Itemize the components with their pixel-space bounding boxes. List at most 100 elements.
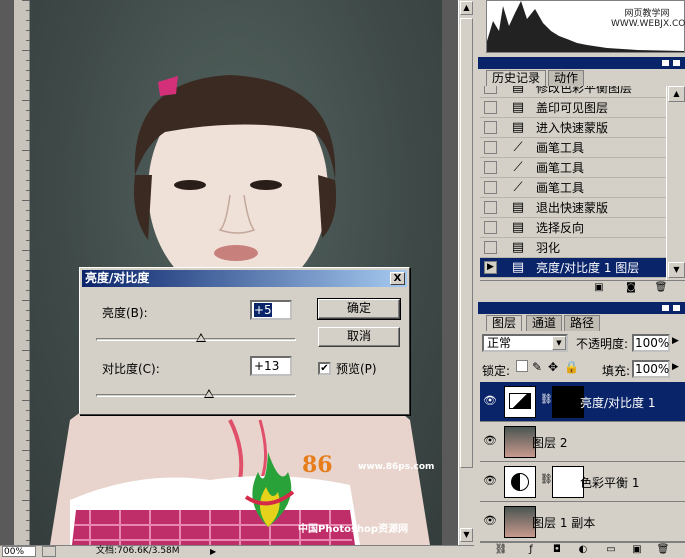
new-document-from-state-icon[interactable]: ▣ — [592, 282, 606, 294]
layer-row[interactable]: 👁 图层 1 副本 — [480, 502, 685, 542]
history-item[interactable]: ⟋ 画笔工具 — [480, 158, 666, 178]
lock-all-icon[interactable]: 🔒 — [564, 360, 579, 374]
close-panel-icon[interactable] — [673, 305, 680, 311]
brightness-slider-handle[interactable] — [196, 333, 206, 342]
history-item[interactable]: ▤ 盖印可见图层 — [480, 98, 666, 118]
history-snapshot-checkbox[interactable] — [484, 101, 497, 114]
tab-actions[interactable]: 动作 — [548, 70, 585, 86]
zoom-level-field[interactable]: 00% — [2, 546, 36, 557]
history-list[interactable]: ▤ 修改色彩平衡图层 ▤ 盖印可见图层 ▤ 进入快速蒙版 ⟋ 画笔工具 ⟋ 画笔… — [480, 86, 666, 280]
history-snapshot-checkbox[interactable] — [484, 86, 497, 94]
ruler-tick — [22, 300, 30, 301]
history-item[interactable]: ▤ 进入快速蒙版 — [480, 118, 666, 138]
dialog-titlebar[interactable]: 亮度/对比度 X — [82, 270, 407, 287]
link-chain-icon[interactable]: ⛓ — [540, 474, 553, 485]
brightness-label: 亮度(B): — [102, 306, 148, 320]
brightness-slider[interactable] — [96, 333, 296, 342]
eye-icon[interactable]: 👁 — [482, 473, 498, 489]
history-panel-caption-bar[interactable] — [478, 57, 685, 69]
document-size-info: 文档:706.6K/3.58M — [96, 546, 180, 556]
layer-row[interactable]: 👁 图层 2 — [480, 422, 685, 462]
link-chain-icon[interactable]: ⛓ — [540, 394, 553, 405]
scroll-up-arrow-icon[interactable]: ▲ — [668, 86, 685, 102]
canvas-vertical-scrollbar[interactable]: ▲ ▼ — [458, 0, 474, 545]
watermark-caption: 中国Photoshop资源网 — [298, 524, 409, 535]
history-item[interactable]: ▤ 选择反向 — [480, 218, 666, 238]
history-snapshot-checkbox[interactable] — [484, 161, 497, 174]
ok-button[interactable]: 确定 — [317, 298, 401, 320]
history-item-label: 进入快速蒙版 — [536, 121, 609, 135]
tab-layers[interactable]: 图层 — [486, 315, 523, 331]
trash-icon[interactable]: 🗑 — [656, 544, 670, 556]
eye-icon[interactable]: 👁 — [482, 393, 498, 409]
close-panel-icon[interactable] — [673, 60, 680, 66]
history-snapshot-checkbox[interactable] — [484, 121, 497, 134]
lock-transparency-icon[interactable] — [516, 360, 528, 372]
history-scrollbar[interactable]: ▲ ▼ — [666, 86, 685, 280]
trash-icon[interactable]: 🗑 — [654, 282, 668, 294]
contrast-slider[interactable] — [96, 389, 296, 398]
brightness-value-field[interactable]: +5 — [250, 300, 292, 320]
new-adjustment-layer-icon[interactable]: ◐ — [576, 544, 590, 556]
cancel-button[interactable]: 取消 — [318, 327, 400, 347]
tab-paths[interactable]: 路径 — [564, 315, 601, 331]
lock-label: 锁定: — [482, 364, 511, 378]
layers-panel-caption-bar[interactable] — [478, 302, 685, 314]
tab-channels[interactable]: 通道 — [526, 315, 563, 331]
minimize-icon[interactable] — [662, 60, 669, 66]
history-item[interactable]: ⟋ 画笔工具 — [480, 138, 666, 158]
fill-arrow-icon[interactable]: ▶ — [672, 362, 679, 372]
contrast-slider-handle[interactable] — [204, 389, 214, 398]
adjustment-layer-thumbnail[interactable] — [504, 386, 536, 418]
blend-mode-select[interactable]: 正常 ▼ — [482, 334, 568, 352]
new-layer-icon[interactable]: ▣ — [630, 544, 644, 556]
new-snapshot-icon[interactable]: ◙ — [624, 282, 638, 294]
layer-row[interactable]: 👁 ⛓ 色彩平衡 1 — [480, 462, 685, 502]
link-layers-icon[interactable]: ⛓ — [494, 544, 508, 556]
tab-history[interactable]: 历史记录 — [486, 70, 547, 86]
scroll-up-arrow-icon[interactable]: ▲ — [460, 1, 473, 15]
history-item[interactable]: ▤ 退出快速蒙版 — [480, 198, 666, 218]
layer-style-icon[interactable]: ƒ — [524, 544, 538, 556]
history-snapshot-checkbox[interactable] — [484, 241, 497, 254]
document-step-icon: ▤ — [511, 200, 525, 215]
history-snapshot-checkbox[interactable] — [484, 181, 497, 194]
history-footer: ▣ ◙ 🗑 — [480, 280, 685, 296]
status-menu-arrow-icon[interactable]: ▶ — [210, 546, 216, 557]
history-item-label: 盖印可见图层 — [536, 101, 609, 115]
fill-field[interactable]: 100% — [632, 360, 670, 378]
history-item[interactable]: ▤ 修改色彩平衡图层 — [480, 86, 666, 98]
history-item[interactable]: ⟋ 画笔工具 — [480, 178, 666, 198]
minimize-icon[interactable] — [662, 305, 669, 311]
preview-checkbox[interactable]: ✔ — [318, 362, 331, 375]
history-snapshot-checkbox[interactable] — [484, 201, 497, 214]
history-snapshot-checkbox[interactable] — [484, 221, 497, 234]
history-snapshot-checkbox[interactable] — [484, 141, 497, 154]
layer-row-selected[interactable]: 👁 ⛓ 亮度/对比度 1 — [480, 382, 685, 422]
lock-position-icon[interactable]: ✥ — [548, 360, 558, 374]
eye-icon[interactable]: 👁 — [482, 433, 498, 449]
chevron-down-icon[interactable]: ▼ — [552, 336, 566, 350]
eye-icon[interactable]: 👁 — [482, 513, 498, 529]
close-icon[interactable]: X — [390, 272, 405, 285]
history-item[interactable]: ▤ 羽化 — [480, 238, 666, 258]
watermark-number: 86 — [302, 452, 333, 478]
opacity-field[interactable]: 100% — [632, 334, 670, 352]
status-nav-icon[interactable] — [42, 546, 56, 557]
scroll-down-arrow-icon[interactable]: ▼ — [460, 528, 473, 542]
fill-label: 填充: — [602, 364, 631, 378]
ruler-tick — [22, 200, 30, 201]
lock-image-icon[interactable]: ✎ — [532, 360, 542, 374]
opacity-arrow-icon[interactable]: ▶ — [672, 336, 679, 346]
scroll-down-arrow-icon[interactable]: ▼ — [668, 262, 685, 278]
scrollbar-thumb[interactable] — [460, 18, 473, 468]
history-state-pointer-icon[interactable]: ▶ — [484, 261, 497, 274]
site-name: 网页教学网 — [624, 9, 670, 19]
history-item-label: 画笔工具 — [536, 161, 585, 175]
adjustment-layer-thumbnail[interactable] — [504, 466, 536, 498]
history-item-selected[interactable]: ▶ ▤ 亮度/对比度 1 图层 — [480, 258, 666, 278]
layers-list[interactable]: 👁 ⛓ 亮度/对比度 1 👁 图层 2 👁 ⛓ 色彩平衡 1 👁 图层 1 副本 — [480, 382, 685, 542]
new-group-icon[interactable]: ▭ — [604, 544, 618, 556]
contrast-value-field[interactable]: +13 — [250, 356, 292, 376]
add-mask-icon[interactable]: ◘ — [550, 544, 564, 556]
